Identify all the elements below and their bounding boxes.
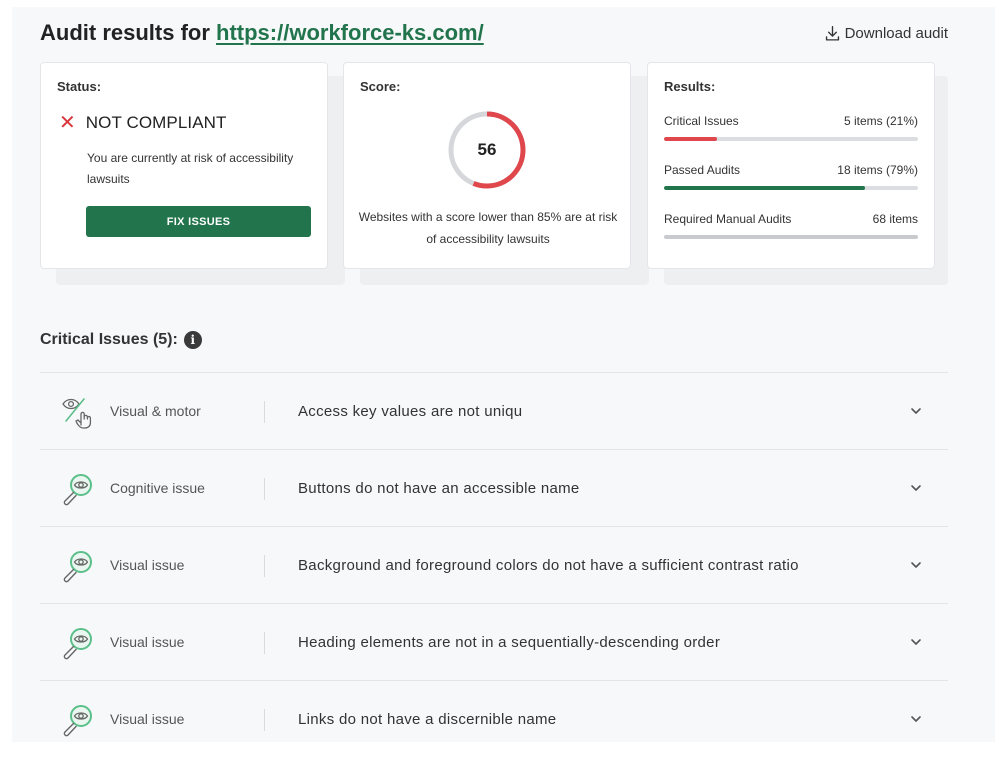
status-label: Status: [57,79,102,94]
result-bar [664,137,918,141]
issue-category: Visual issue [110,557,185,573]
issue-category: Visual & motor [110,403,201,419]
issue-category: Visual issue [110,711,185,727]
close-x-icon: ✕ [59,112,76,134]
result-row-manual: Required Manual Audits 68 items [664,212,918,239]
issue-row[interactable]: Visual issue Heading elements are not in… [40,603,948,680]
divider [264,555,265,577]
issue-category: Cognitive issue [110,480,205,496]
issue-row[interactable]: Visual issue Background and foreground c… [40,526,948,603]
divider [264,632,265,654]
score-card: Score: 56 Websites with a score lower th… [343,62,631,269]
summary-cards: Status: ✕ NOT COMPLIANT You are currentl… [40,62,948,287]
download-icon [825,26,839,41]
critical-issues-heading: Critical Issues (5): i [40,331,202,349]
divider [264,401,265,423]
audit-header: Audit results for https://workforce-ks.c… [40,19,948,49]
issue-description: Links do not have a discernible name [298,711,557,728]
result-count: 5 items (21%) [843,114,918,128]
results-label: Results: [664,79,716,94]
result-row-passed: Passed Audits 18 items (79%) [664,163,918,190]
result-name: Required Manual Audits [664,212,792,226]
magnifier-eye-icon [63,628,92,660]
result-count: 18 items (79%) [837,163,918,177]
magnifier-eye-icon [63,551,92,583]
magnifier-eye-icon [63,474,92,506]
chevron-down-icon[interactable] [910,559,922,571]
download-label: Download audit [844,25,948,42]
issue-row[interactable]: Cognitive issue Buttons do not have an a… [40,449,948,526]
result-bar-fill [664,235,918,239]
download-audit-button[interactable]: Download audit [824,25,948,42]
result-row-critical: Critical Issues 5 items (21%) [664,114,918,141]
audit-page: Audit results for https://workforce-ks.c… [12,7,995,742]
score-description: Websites with a score lower than 85% are… [358,210,618,246]
issues-list: Visual & motor Access key values are not… [40,372,948,757]
score-label: Score: [360,79,401,94]
site-url-link[interactable]: https://workforce-ks.com/ [216,20,484,45]
status-indicator: ✕ NOT COMPLIANT [59,113,227,133]
issue-category: Visual issue [110,634,185,650]
divider [264,709,265,731]
info-icon[interactable]: i [183,331,202,349]
result-name: Passed Audits [664,163,741,177]
issue-description: Background and foreground colors do not … [298,557,799,574]
score-value: 56 [477,140,497,159]
visual-motor-icon [62,398,92,429]
fix-issues-button[interactable]: FIX ISSUES [86,206,311,237]
issue-description: Heading elements are not in a sequential… [298,634,721,651]
issue-row[interactable]: Visual & motor Access key values are not… [40,372,948,449]
chevron-down-icon[interactable] [910,636,922,648]
issue-row[interactable]: Visual issue Links do not have a discern… [40,680,948,757]
result-count: 68 items [872,212,918,226]
issue-description: Access key values are not uniqu [298,403,523,420]
result-bar [664,235,918,239]
result-name: Critical Issues [664,114,739,128]
magnifier-eye-icon [63,705,92,737]
status-card: Status: ✕ NOT COMPLIANT You are currentl… [40,62,328,269]
page-title: Audit results for https://workforce-ks.c… [40,19,484,47]
divider [264,478,265,500]
compliance-status: NOT COMPLIANT [85,113,227,132]
issue-description: Buttons do not have an accessible name [298,480,580,497]
title-prefix: Audit results for [40,20,217,45]
chevron-down-icon[interactable] [910,713,922,725]
result-bar [664,186,918,190]
result-bar-fill [664,186,865,190]
result-bar-fill [664,137,718,141]
chevron-down-icon[interactable] [910,482,922,494]
status-description: You are currently at risk of accessibili… [87,151,294,186]
chevron-down-icon[interactable] [910,405,922,417]
results-card: Results: Critical Issues 5 items (21%) P… [647,62,935,269]
critical-issues-title: Critical Issues (5): [40,331,178,348]
